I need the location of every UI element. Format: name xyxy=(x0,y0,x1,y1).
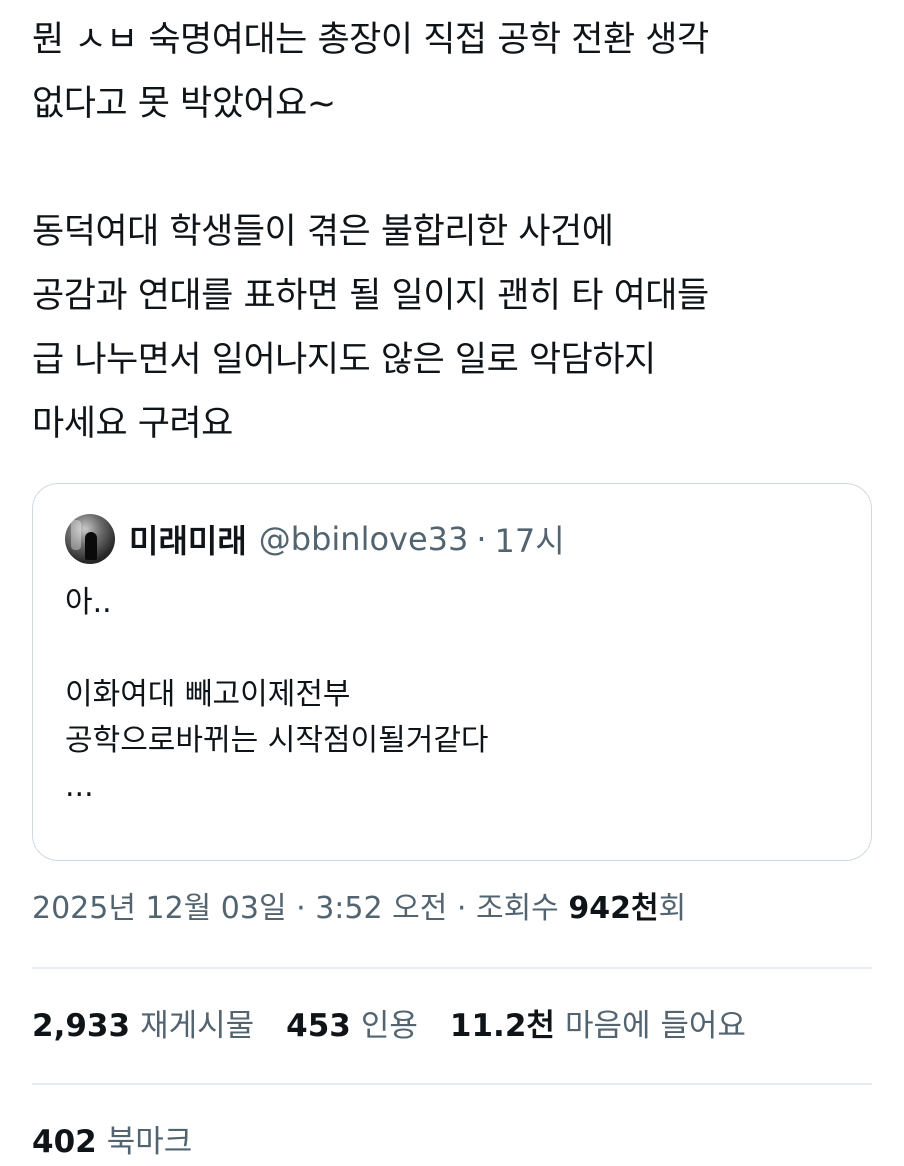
tweet-line: 공감과 연대를 표하면 될 일이지 괜히 타 여대들 xyxy=(32,276,709,316)
tweet-line-gap xyxy=(32,136,882,200)
tweet-line: 동덕여대 학생들이 겪은 불합리한 사건에 xyxy=(32,212,614,252)
tweet-time[interactable]: 3:52 오전 xyxy=(315,891,447,926)
quoted-line-gap xyxy=(65,626,845,672)
quotes-count: 453 xyxy=(286,1008,351,1044)
tweet-line: 뭔 ㅅㅂ 숙명여대는 총장이 직접 공학 전환 생각 xyxy=(32,20,709,60)
avatar-highlight xyxy=(71,520,81,550)
divider xyxy=(32,1083,872,1085)
quoted-author-handle[interactable]: @bbinlove33 xyxy=(259,520,469,558)
divider xyxy=(32,967,872,969)
quoted-tweet-card[interactable]: 미래미래 @bbinlove33 · 17시 아.. 이화여대 빼고이제전부 공… xyxy=(32,483,872,861)
tweet-line: 마세요 구려요 xyxy=(32,404,233,444)
quoted-line: 아.. xyxy=(65,585,112,620)
bookmarks-stat[interactable]: 402 북마크 xyxy=(32,1118,224,1166)
avatar-figure xyxy=(85,532,97,560)
bookmarks-count: 402 xyxy=(32,1124,97,1160)
bookmarks-label: 북마크 xyxy=(106,1124,193,1160)
likes-count: 11.2천 xyxy=(449,1008,555,1044)
quoted-tweet-header: 미래미래 @bbinlove33 · 17시 xyxy=(65,514,565,564)
separator-dot: · xyxy=(456,891,467,926)
likes-label: 마음에 들어요 xyxy=(564,1008,746,1044)
likes-stat[interactable]: 11.2천 마음에 들어요 xyxy=(450,1002,746,1050)
quoted-author-name[interactable]: 미래미래 xyxy=(129,516,247,562)
tweet-metadata: 2025년 12월 03일 · 3:52 오전 · 조회수 942천회 xyxy=(32,886,686,932)
separator-dot: · xyxy=(296,891,306,926)
quoted-line: 공학으로바뀌는 시작점이될거같다 xyxy=(65,723,489,758)
tweet-date[interactable]: 2025년 12월 03일 xyxy=(32,891,287,926)
retweets-label: 재게시물 xyxy=(140,1008,255,1044)
retweets-stat[interactable]: 2,933 재게시물 xyxy=(32,1002,254,1050)
engagement-stats: 2,933 재게시물 453 인용 11.2천 마음에 들어요 xyxy=(32,1002,778,1050)
views-label: 조회수 xyxy=(475,891,559,926)
quoted-line: 이화여대 빼고이제전부 xyxy=(65,677,351,712)
quoted-tweet-time[interactable]: 17시 xyxy=(495,516,565,562)
quoted-tweet-text: 아.. 이화여대 빼고이제전부 공학으로바뀌는 시작점이될거같다 ... xyxy=(65,580,845,810)
quotes-label: 인용 xyxy=(360,1008,418,1044)
views-count: 942천 xyxy=(568,891,659,926)
quotes-stat[interactable]: 453 인용 xyxy=(286,1002,418,1050)
tweet-line: 없다고 못 박았어요~ xyxy=(32,84,336,124)
retweets-count: 2,933 xyxy=(32,1008,131,1044)
avatar[interactable] xyxy=(65,514,115,564)
tweet-text: 뭔 ㅅㅂ 숙명여대는 총장이 직접 공학 전환 생각 없다고 못 박았어요~ 동… xyxy=(32,8,882,456)
separator-dot: · xyxy=(476,520,487,558)
views-suffix: 회 xyxy=(658,891,687,926)
tweet-line: 급 나누면서 일어나지도 않은 일로 악담하지 xyxy=(32,340,656,380)
quoted-line: ... xyxy=(65,769,94,804)
